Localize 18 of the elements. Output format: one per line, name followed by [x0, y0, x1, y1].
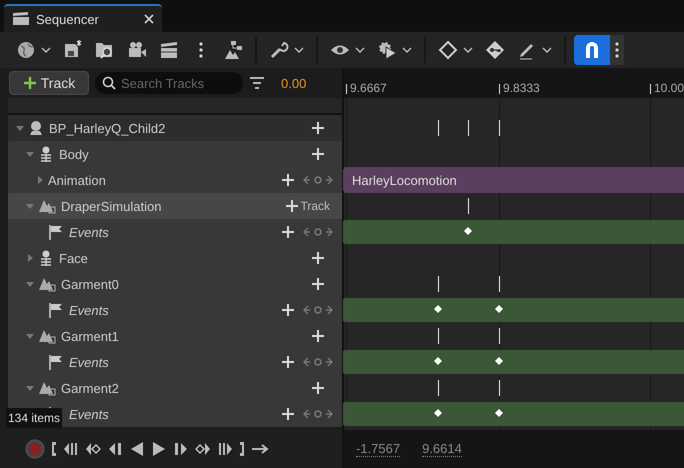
track-label: Garment2	[61, 380, 119, 396]
current-time: 0.00	[281, 76, 306, 90]
track-label: Events	[69, 302, 109, 318]
track-label: DraperSimulation	[61, 198, 162, 214]
track-label: Garment1	[61, 328, 119, 344]
track-label: Body	[59, 146, 89, 162]
item-count-tooltip: 134 items	[6, 408, 62, 428]
track-label: Face	[59, 250, 88, 266]
ruler-label: 9.6667	[350, 82, 387, 94]
track-label: Events	[69, 354, 109, 370]
ruler-label: 9.8333	[503, 82, 540, 94]
track-label: Events	[69, 224, 109, 240]
track-label: Events	[69, 406, 109, 422]
track-label: Garment0	[61, 276, 119, 292]
tab-title: Sequencer	[36, 12, 99, 26]
ruler-label: 10.00	[654, 82, 684, 94]
track-label: Animation	[48, 172, 106, 188]
track-label: BP_HarleyQ_Child2	[49, 120, 166, 136]
